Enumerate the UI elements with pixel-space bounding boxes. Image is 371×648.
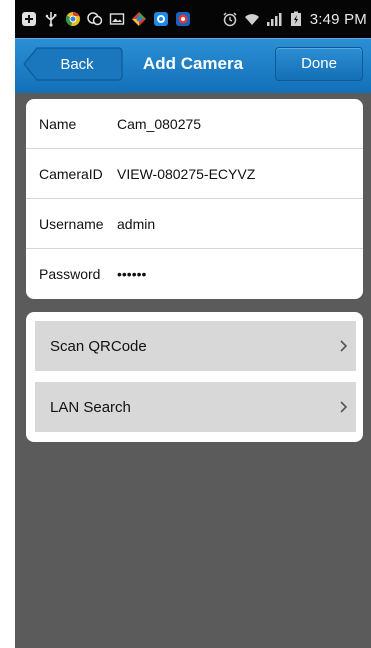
status-time: 3:49 PM (309, 10, 367, 28)
camera-form-card: Name CameraID Username Password (26, 99, 363, 299)
username-label: Username (39, 215, 104, 232)
chat-icon (87, 11, 103, 27)
password-field[interactable] (117, 266, 337, 282)
picture-icon (109, 11, 125, 27)
usb-icon (43, 11, 59, 27)
form-row-name: Name (26, 99, 363, 149)
username-field-container (117, 215, 363, 232)
form-row-camera-id: CameraID (26, 149, 363, 199)
navigation-bar: Back Add Camera Done (15, 38, 371, 93)
password-label: Password (39, 266, 101, 282)
scan-qrcode-label: Scan QRCode (50, 337, 147, 355)
actions-card: Scan QRCode LAN Search (26, 312, 363, 442)
alarm-icon (222, 11, 238, 27)
name-field[interactable] (117, 115, 337, 132)
form-row-password: Password (26, 249, 363, 299)
camera-id-label: CameraID (39, 165, 103, 182)
screenshot-frame: 3:49 PM Back Add Camera Done Name Cam_08… (0, 0, 371, 648)
back-label: Back (60, 55, 94, 73)
name-label: Name (39, 115, 77, 132)
camera-id-field-container (117, 165, 363, 182)
status-bar: 3:49 PM (15, 0, 371, 38)
camera-id-field[interactable] (117, 165, 337, 182)
username-field[interactable] (117, 215, 337, 232)
scan-qrcode-button[interactable]: Scan QRCode (35, 321, 356, 371)
wifi-icon (244, 11, 260, 27)
camera-app-icon-2 (175, 11, 191, 27)
battery-icon (288, 11, 304, 27)
notification-icons (21, 11, 191, 27)
system-icons: 3:49 PM (222, 11, 367, 28)
form-row-username: Username (26, 199, 363, 249)
back-button[interactable]: Back (23, 47, 123, 81)
done-button[interactable]: Done (275, 47, 363, 81)
chevron-right-icon (334, 397, 354, 417)
chrome-icon (65, 11, 81, 27)
camera-app-icon (153, 11, 169, 27)
app-icon (131, 11, 147, 27)
signal-icon (266, 11, 282, 27)
page-title: Add Camera (142, 54, 244, 73)
name-field-container (117, 115, 363, 132)
lan-search-button[interactable]: LAN Search (35, 382, 356, 432)
password-field-container (117, 266, 363, 282)
lan-search-label: LAN Search (50, 398, 131, 416)
add-icon (21, 11, 37, 27)
chevron-right-icon (334, 336, 354, 356)
phone-screen: 3:49 PM Back Add Camera Done Name Cam_08… (15, 0, 371, 648)
